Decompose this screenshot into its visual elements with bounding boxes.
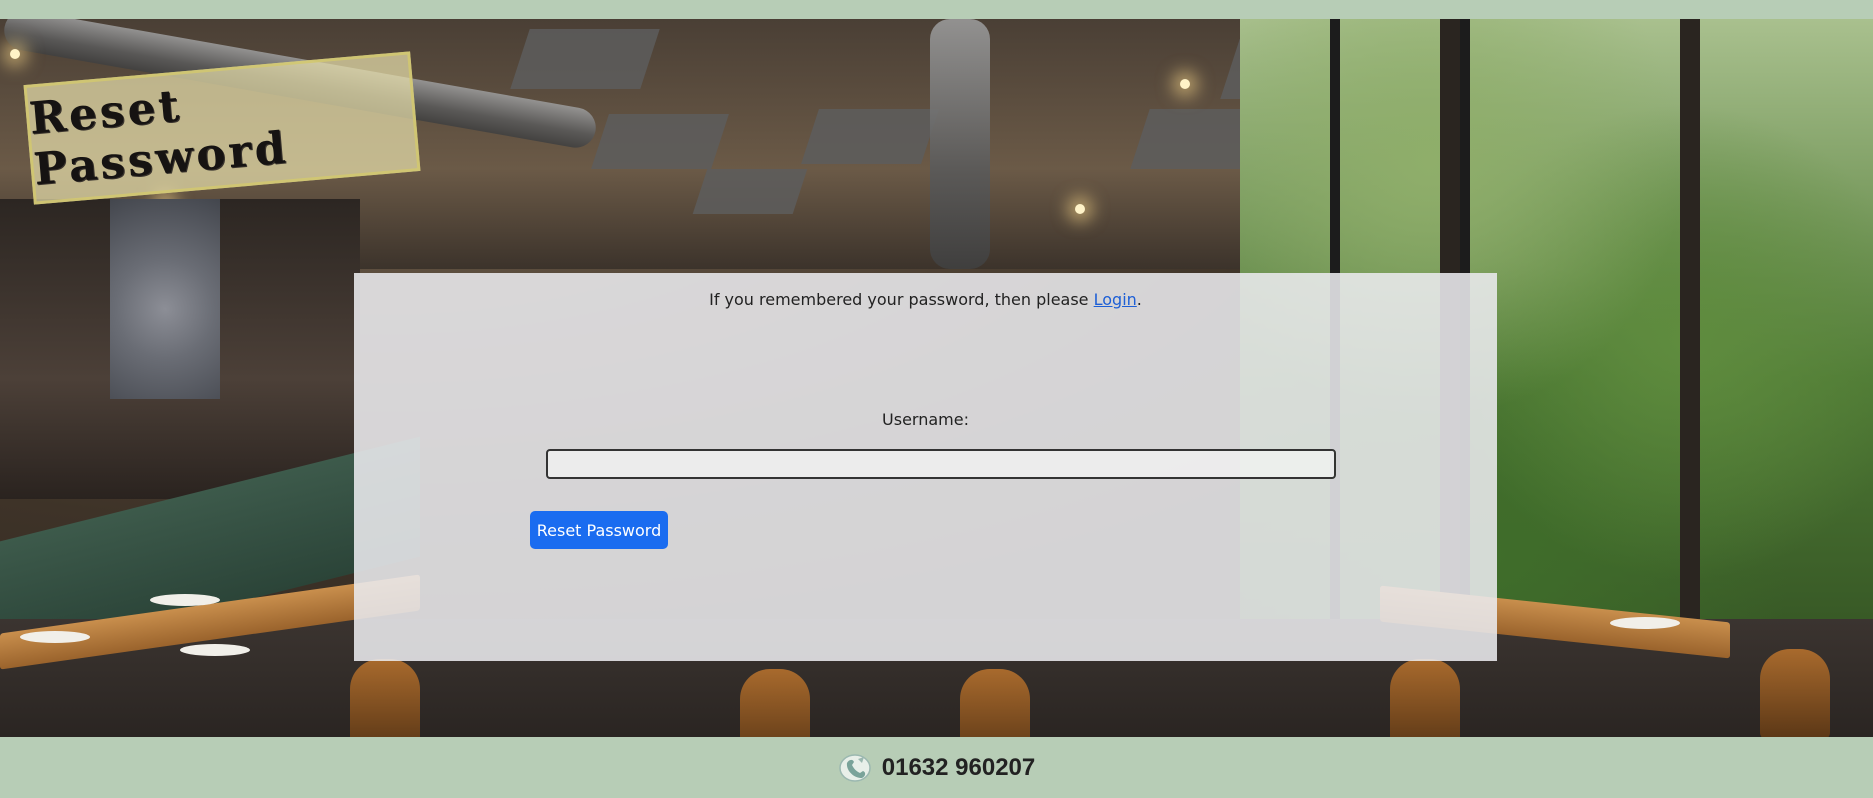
login-prompt-suffix: . [1136,290,1142,309]
login-prompt-text: If you remembered your password, then pl… [709,290,1089,309]
chair [960,669,1030,737]
plate [1610,617,1680,629]
reset-password-button[interactable]: Reset Password [530,511,668,549]
page-title: Reset Password [27,80,291,196]
plate [150,594,220,606]
chair [350,659,420,737]
plate [20,631,90,643]
ceiling-light [1180,79,1190,89]
ceiling-panel [591,114,729,169]
phone-icon [838,753,872,783]
username-label: Username: [882,410,969,429]
chair [1390,659,1460,737]
plate [180,644,250,656]
chair [740,669,810,737]
ceiling-panel [692,169,808,214]
login-link[interactable]: Login [1094,290,1137,309]
ceiling-panel [510,29,660,89]
ceiling-light [10,49,20,59]
ceiling-light [1075,204,1085,214]
ceiling-panel [801,109,939,164]
top-band [0,0,1873,19]
wall-mural [110,199,220,399]
footer: 01632 960207 [0,737,1873,798]
reset-password-card: If you remembered your password, then pl… [354,273,1497,661]
chair [1760,649,1830,737]
username-input[interactable] [546,449,1336,479]
login-prompt-line: If you remembered your password, then pl… [354,290,1497,309]
phone-number[interactable]: 01632 960207 [882,754,1036,782]
air-duct [930,19,990,269]
